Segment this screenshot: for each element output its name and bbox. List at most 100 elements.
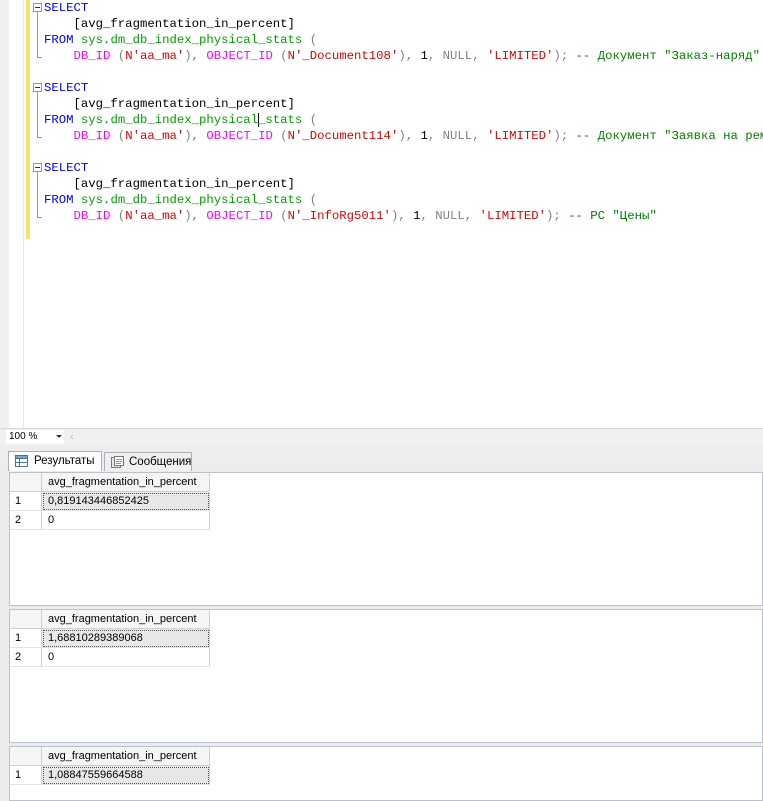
grid-icon	[15, 455, 28, 467]
string-literal: N'aa_ma'	[125, 209, 185, 223]
grid-header: avg_fragmentation_in_percent	[10, 747, 210, 766]
system-function: sys.dm_db_index_physical_stats	[80, 193, 303, 207]
function-name: OBJECT_ID	[206, 209, 273, 223]
zoom-value: 100 %	[9, 431, 38, 442]
cell-value[interactable]: 0	[42, 511, 210, 530]
keyword-from: FROM	[44, 33, 74, 47]
code-line: DB_ID (N'aa_ma'), OBJECT_ID (N'_Document…	[73, 49, 761, 63]
null-literal: NULL	[442, 129, 473, 143]
string-literal: N'_Document108'	[287, 49, 399, 63]
function-name: OBJECT_ID	[206, 49, 273, 63]
table-row[interactable]: 1 0,819143446852425	[10, 492, 210, 511]
function-name: OBJECT_ID	[206, 129, 273, 143]
table-row[interactable]: 1 1,68810289389068	[10, 629, 210, 648]
code-line: FROM sys.dm_db_index_physical_stats (	[44, 32, 317, 48]
row-header-corner[interactable]	[10, 747, 42, 766]
code-line: DB_ID (N'aa_ma'), OBJECT_ID (N'_InfoRg50…	[73, 209, 657, 223]
string-literal: 'LIMITED'	[479, 209, 546, 223]
result-grid[interactable]: avg_fragmentation_in_percent 1 1,6881028…	[9, 609, 763, 743]
keyword-select: SELECT	[44, 81, 89, 95]
tab-results[interactable]: Результаты	[8, 451, 102, 471]
row-number[interactable]: 1	[10, 492, 42, 511]
code-comment: -- Документ "Заказ-наряд"	[575, 49, 761, 63]
fold-guide-end	[37, 137, 42, 138]
string-literal: N'aa_ma'	[125, 129, 185, 143]
string-literal: 'LIMITED'	[486, 129, 554, 143]
code-line: FROM sys.dm_db_index_physical_stats (	[44, 192, 317, 208]
system-function: sys.dm_db_index_physical	[80, 113, 259, 127]
keyword-from: FROM	[44, 113, 74, 127]
scroll-left-icon[interactable]: ‹	[70, 430, 74, 444]
keyword-select: SELECT	[44, 1, 89, 15]
collapse-icon[interactable]	[33, 83, 42, 92]
messages-icon	[111, 456, 124, 468]
editor-gutter	[9, 0, 24, 428]
row-number[interactable]: 2	[10, 648, 42, 667]
column-header[interactable]: avg_fragmentation_in_percent	[42, 610, 210, 629]
keyword-from: FROM	[44, 193, 74, 207]
code-line: [avg_fragmentation_in_percent]	[44, 96, 295, 112]
tab-results-label: Результаты	[34, 455, 95, 467]
fold-guide	[37, 92, 38, 137]
row-header-corner[interactable]	[10, 610, 42, 629]
code-line: [avg_fragmentation_in_percent]	[44, 176, 295, 192]
column-name: [avg_fragmentation_in_percent]	[73, 177, 295, 191]
chevron-down-icon	[56, 435, 62, 438]
function-name: DB_ID	[73, 209, 111, 223]
number-literal: 1	[420, 129, 428, 143]
result-grid[interactable]: avg_fragmentation_in_percent 1 1,0884755…	[9, 746, 763, 801]
collapse-icon[interactable]	[33, 3, 42, 12]
cell-value[interactable]: 0,819143446852425	[42, 492, 210, 511]
table-row[interactable]: 1 1,08847559664588	[10, 766, 210, 785]
string-literal: N'aa_ma'	[125, 49, 185, 63]
string-literal: N'_Document114'	[287, 129, 399, 143]
code-comment: -- РС "Цены"	[568, 209, 657, 223]
fold-guide	[37, 12, 38, 57]
fold-guide-end	[37, 217, 42, 218]
editor-margin	[0, 0, 9, 428]
code-line: SELECT	[44, 0, 88, 16]
paren: (	[302, 33, 318, 47]
zoom-dropdown[interactable]: 100 %	[6, 430, 64, 444]
keyword-select: SELECT	[44, 161, 89, 175]
code-line: SELECT	[44, 80, 88, 96]
code-line: FROM sys.dm_db_index_physical_stats (	[44, 112, 317, 128]
code-line: DB_ID (N'aa_ma'), OBJECT_ID (N'_Document…	[44, 128, 763, 144]
null-literal: NULL	[435, 209, 465, 223]
query-editor[interactable]: SELECT [avg_fragmentation_in_percent] FR…	[0, 0, 763, 428]
paren: (	[302, 113, 318, 127]
results-tab-strip: Результаты Сообщения	[0, 446, 763, 472]
fold-guide	[37, 172, 38, 217]
row-number[interactable]: 2	[10, 511, 42, 530]
row-number[interactable]: 1	[10, 766, 42, 785]
cell-value[interactable]: 0	[42, 648, 210, 667]
table-row[interactable]: 2 0	[10, 511, 210, 530]
collapse-icon[interactable]	[33, 163, 42, 172]
row-number[interactable]: 1	[10, 629, 42, 648]
row-header-corner[interactable]	[10, 473, 42, 492]
tab-messages-label: Сообщения	[129, 456, 192, 468]
column-name: [avg_fragmentation_in_percent]	[73, 17, 295, 31]
cell-value[interactable]: 1,68810289389068	[42, 629, 210, 648]
string-literal: N'_InfoRg5011'	[287, 209, 391, 223]
cell-value[interactable]: 1,08847559664588	[42, 766, 210, 785]
null-literal: NULL	[442, 49, 473, 63]
system-function: _stats	[258, 113, 303, 127]
code-comment: -- Документ "Заявка на ремонт"	[575, 129, 763, 143]
change-tracking-bar	[26, 0, 30, 239]
tab-messages[interactable]: Сообщения	[104, 452, 192, 471]
paren: (	[302, 193, 318, 207]
column-header[interactable]: avg_fragmentation_in_percent	[42, 473, 210, 492]
results-area: avg_fragmentation_in_percent 1 0,8191434…	[0, 471, 763, 801]
code-line: [avg_fragmentation_in_percent]	[44, 16, 295, 32]
number-literal: 1	[420, 49, 428, 63]
grid-header: avg_fragmentation_in_percent	[10, 473, 210, 492]
system-function: sys.dm_db_index_physical_stats	[80, 33, 303, 47]
code-line: SELECT	[44, 160, 88, 176]
string-literal: 'LIMITED'	[486, 49, 554, 63]
column-header[interactable]: avg_fragmentation_in_percent	[42, 747, 210, 766]
table-row[interactable]: 2 0	[10, 648, 210, 667]
function-name: DB_ID	[73, 129, 111, 143]
zoom-bar: 100 % ‹	[0, 428, 763, 446]
result-grid[interactable]: avg_fragmentation_in_percent 1 0,8191434…	[9, 472, 763, 606]
